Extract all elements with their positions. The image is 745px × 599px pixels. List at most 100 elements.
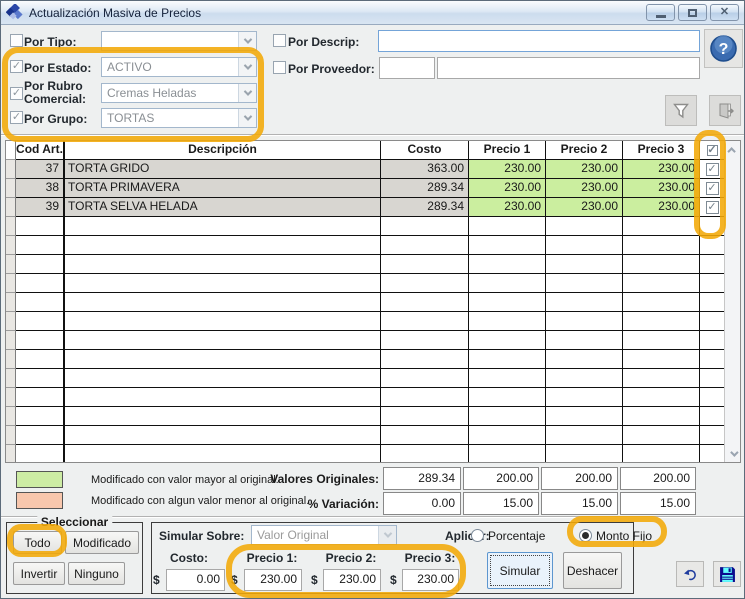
empty-cell [700,312,724,331]
row-selector[interactable] [6,179,16,198]
vertical-scrollbar[interactable] [724,141,740,462]
select-all-checkbox[interactable] [707,145,718,156]
empty-cell [381,426,469,445]
empty-cell [700,331,724,350]
por-grupo-dropdown[interactable]: TORTAS [101,108,257,128]
por-estado-value: ACTIVO [102,58,238,76]
empty-cell [65,445,381,463]
porcentaje-radio[interactable] [471,529,484,542]
modificado-button[interactable]: Modificado [65,531,139,554]
precio1-input-label: Precio 1: [237,551,307,565]
col-header-costo[interactable]: Costo [381,141,469,160]
precio3-input[interactable]: 230.00 [402,569,459,591]
row-checkbox[interactable] [706,163,719,176]
table-row-empty [6,236,724,255]
col-header-cod[interactable]: Cod Art. [16,141,65,160]
row-selector-header [6,141,16,160]
chevron-down-icon[interactable] [238,58,256,76]
empty-cell [16,445,65,463]
door-exit-icon [716,102,734,120]
por-rubro-checkbox[interactable] [10,87,23,100]
close-button[interactable]: ✕ [710,4,739,21]
table-row-empty [6,445,724,463]
empty-cell [623,388,700,407]
por-descrip-label: Por Descrip: [288,35,359,49]
empty-cell [6,369,16,388]
table-row[interactable]: 39 TORTA SELVA HELADA 289.34 230.00 230.… [6,198,724,217]
por-grupo-checkbox[interactable] [10,111,23,124]
col-header-precio2[interactable]: Precio 2 [546,141,623,160]
empty-cell [16,255,65,274]
invertir-button[interactable]: Invertir [13,562,65,585]
empty-cell [546,274,623,293]
cell-descripcion: TORTA SELVA HELADA [65,198,381,217]
maximize-button[interactable] [678,4,707,21]
empty-cell [6,236,16,255]
costo-input[interactable]: 0.00 [166,569,225,591]
valor-original-costo: 289.34 [383,467,461,490]
table-row-empty [6,293,724,312]
chevron-down-icon[interactable] [238,32,256,50]
save-button[interactable] [713,561,741,587]
row-selector[interactable] [6,160,16,179]
variacion-label: % Variación: [231,497,379,511]
por-estado-checkbox[interactable] [10,60,23,73]
grid-header-row: Cod Art. Descripción Costo Precio 1 Prec… [6,141,724,160]
simular-sobre-dropdown[interactable]: Valor Original [251,525,397,545]
undo-button[interactable] [676,561,704,587]
monto-fijo-radio[interactable] [579,529,592,542]
row-checkbox[interactable] [706,201,719,214]
table-row[interactable]: 37 TORTA GRIDO 363.00 230.00 230.00 230.… [6,160,724,179]
empty-cell [381,445,469,463]
empty-cell [546,293,623,312]
deshacer-button[interactable]: Deshacer [563,552,622,589]
empty-cell [381,388,469,407]
col-header-descripcion[interactable]: Descripción [65,141,381,160]
todo-button[interactable]: Todo [13,531,62,554]
por-descrip-input[interactable] [378,30,700,52]
table-row[interactable]: 38 TORTA PRIMAVERA 289.34 230.00 230.00 … [6,179,724,198]
cell-cod: 37 [16,160,65,179]
precio2-input-label: Precio 2: [316,551,386,565]
col-header-precio1[interactable]: Precio 1 [469,141,546,160]
help-icon: ? [708,33,739,64]
col-header-precio3[interactable]: Precio 3 [623,141,700,160]
scroll-up-icon[interactable] [725,141,741,158]
simular-button[interactable]: Simular [487,552,553,589]
help-button[interactable]: ? [704,29,743,68]
empty-cell [546,255,623,274]
ninguno-button[interactable]: Ninguno [68,562,125,585]
empty-cell [546,369,623,388]
por-estado-dropdown[interactable]: ACTIVO [101,57,257,77]
minimize-button[interactable] [646,4,675,21]
exit-button[interactable] [709,95,741,126]
empty-cell [700,236,724,255]
por-proveedor-checkbox[interactable] [273,61,286,74]
chevron-down-icon[interactable] [238,109,256,127]
empty-cell [6,407,16,426]
table-row-empty [6,274,724,293]
chevron-down-icon[interactable] [238,84,256,102]
filter-button[interactable] [665,95,697,126]
empty-cell [65,388,381,407]
empty-cell [623,255,700,274]
precio2-input[interactable]: 230.00 [323,569,381,591]
por-rubro-dropdown[interactable]: Cremas Heladas [101,83,257,103]
proveedor-code-input[interactable] [379,57,435,79]
por-grupo-label: Por Grupo: [24,112,87,126]
row-checkbox[interactable] [706,182,719,195]
por-descrip-checkbox[interactable] [273,34,286,47]
cell-descripcion: TORTA GRIDO [65,160,381,179]
row-selector[interactable] [6,198,16,217]
scroll-down-icon[interactable] [725,445,741,462]
app-icon [6,4,23,21]
por-tipo-checkbox[interactable] [10,34,23,47]
proveedor-name-input[interactable] [437,57,700,79]
empty-cell [700,426,724,445]
empty-cell [623,445,700,463]
precio1-input[interactable]: 230.00 [244,569,302,591]
empty-cell [16,369,65,388]
por-tipo-dropdown[interactable] [101,31,257,51]
valores-originales-label: Valores Originales: [231,472,379,486]
legend-green-swatch [16,471,63,488]
